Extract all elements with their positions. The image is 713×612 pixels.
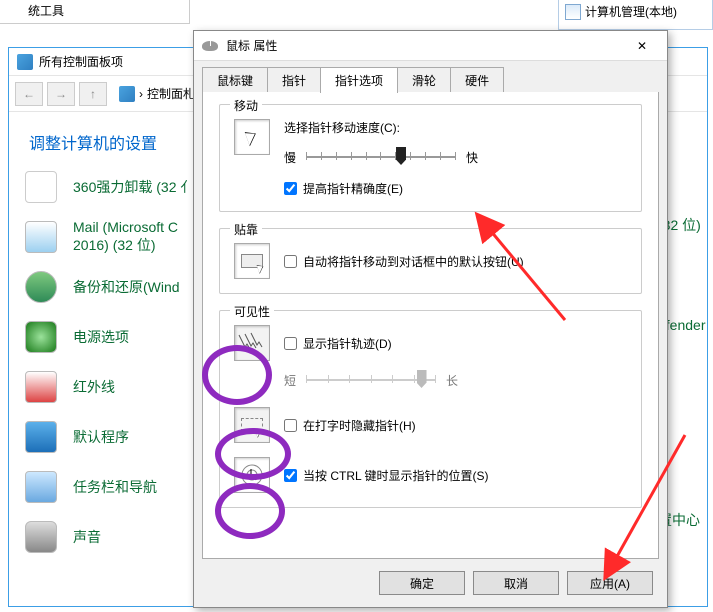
breadcrumb-icon: [119, 86, 135, 102]
breadcrumb-text: 控制面札: [147, 85, 195, 102]
group-visibility-title: 可见性: [230, 303, 274, 320]
control-panel-icon: [17, 54, 33, 70]
tab-pointer-options[interactable]: 指针选项: [320, 67, 398, 93]
speed-fast-label: 快: [466, 149, 478, 166]
mouse-icon: [202, 41, 218, 51]
trails-label[interactable]: 显示指针轨迹(D): [303, 335, 392, 352]
trails-long-label: 长: [446, 372, 458, 389]
tab-buttons[interactable]: 鼠标键: [202, 67, 268, 93]
group-motion-title: 移动: [230, 97, 262, 114]
trails-icon: [237, 331, 267, 355]
group-motion: 移动 选择指针移动速度(C): 慢 快: [219, 104, 642, 212]
dialog-titlebar: 鼠标 属性 ✕: [194, 31, 667, 61]
nav-up-button[interactable]: ↑: [79, 82, 107, 106]
snap-preview-icon: [234, 243, 270, 279]
trails-slider: [306, 367, 436, 393]
trails-slider-thumb: [417, 370, 427, 388]
ctrl-preview-icon: [234, 457, 270, 493]
tree-label: 计算机管理(本地): [585, 3, 677, 20]
dialog-title: 鼠标 属性: [226, 37, 277, 54]
trails-short-label: 短: [284, 372, 296, 389]
speed-slow-label: 慢: [284, 149, 296, 166]
control-panel-title: 所有控制面板项: [39, 53, 123, 70]
hide-typing-label[interactable]: 在打字时隐藏指针(H): [303, 417, 416, 434]
apply-button[interactable]: 应用(A): [567, 571, 653, 595]
ctrl-locate-checkbox[interactable]: [284, 469, 297, 482]
tree-fragment-right: 计算机管理(本地): [558, 0, 713, 30]
tab-wheel[interactable]: 滑轮: [397, 67, 451, 93]
ctrl-locate-label[interactable]: 当按 CTRL 键时显示指针的位置(S): [303, 467, 489, 484]
window-title-fragment: 统工具: [0, 0, 190, 24]
enhance-precision-checkbox[interactable]: [284, 182, 297, 195]
tree-item[interactable]: 计算机管理(本地): [559, 0, 712, 23]
nav-forward-button: →: [47, 82, 75, 106]
enhance-precision-label[interactable]: 提高指针精确度(E): [303, 180, 403, 197]
ctrl-locate-icon: [237, 460, 267, 490]
group-visibility: 可见性 显示指针轨迹(D) 短 长: [219, 310, 642, 508]
trails-checkbox[interactable]: [284, 337, 297, 350]
tab-hardware[interactable]: 硬件: [450, 67, 504, 93]
group-snap-title: 贴靠: [230, 221, 262, 238]
ok-button[interactable]: 确定: [379, 571, 465, 595]
snap-label[interactable]: 自动将指针移动到对话框中的默认按钮(U): [303, 253, 524, 270]
speed-label: 选择指针移动速度(C):: [284, 119, 627, 136]
tab-panel: 移动 选择指针移动速度(C): 慢 快: [202, 92, 659, 559]
snap-checkbox[interactable]: [284, 255, 297, 268]
computer-mgmt-icon: [565, 4, 581, 20]
cancel-button[interactable]: 取消: [473, 571, 559, 595]
speed-slider-thumb[interactable]: [396, 147, 406, 165]
motion-preview-icon: [234, 119, 270, 155]
dialog-button-row: 确定 取消 应用(A): [194, 559, 667, 607]
tab-pointers[interactable]: 指针: [267, 67, 321, 93]
close-button[interactable]: ✕: [625, 35, 659, 57]
nav-back-button[interactable]: ←: [15, 82, 43, 106]
mouse-properties-dialog: 鼠标 属性 ✕ 鼠标键 指针 指针选项 滑轮 硬件 移动 选择指针移动速度(C)…: [193, 30, 668, 608]
hide-preview-icon: [234, 407, 270, 443]
close-icon: ✕: [637, 39, 647, 53]
trails-preview-icon: [234, 325, 270, 361]
tab-strip: 鼠标键 指针 指针选项 滑轮 硬件: [194, 61, 667, 93]
hide-typing-checkbox[interactable]: [284, 419, 297, 432]
speed-slider[interactable]: [306, 144, 456, 170]
breadcrumb[interactable]: › 控制面札: [119, 85, 195, 102]
group-snap: 贴靠 自动将指针移动到对话框中的默认按钮(U): [219, 228, 642, 294]
